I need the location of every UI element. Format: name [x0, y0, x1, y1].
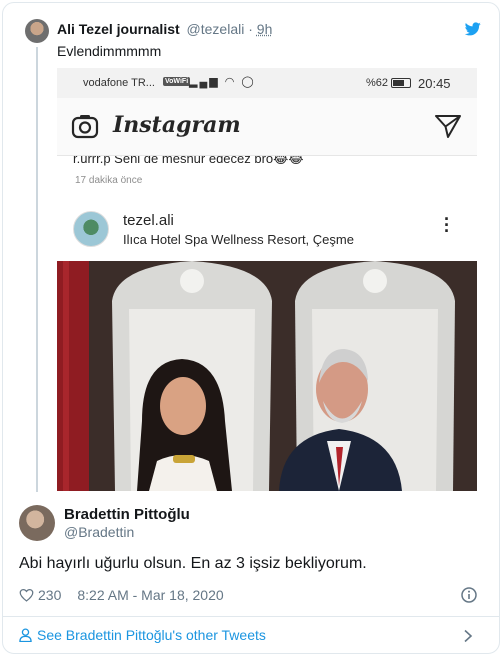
heart-icon[interactable]: [19, 588, 34, 602]
quoted-tweet-header: Ali Tezel journalist @tezelali · 9h: [57, 21, 272, 37]
cut-off-comment: r.urrr.p Seni de meshur edecez bro😂😂: [73, 156, 304, 166]
person-icon: [19, 628, 32, 642]
instagram-username: tezel.ali: [123, 212, 174, 229]
info-icon[interactable]: [461, 587, 477, 603]
quoted-tweet-time[interactable]: 9h: [257, 21, 273, 37]
instagram-top-bar: Instagram: [57, 98, 477, 156]
reply-author-handle[interactable]: @Bradettin: [64, 524, 134, 540]
footer-divider: [3, 616, 499, 617]
see-other-tweets-label: See Bradettin Pittoğlu's other Tweets: [37, 627, 266, 643]
header-separator: ·: [244, 21, 257, 37]
instagram-logo: Instagram: [113, 112, 241, 138]
reply-timestamp[interactable]: 8:22 AM - Mar 18, 2020: [77, 587, 223, 603]
direct-message-icon: [435, 115, 461, 138]
more-icon: · · ·: [444, 209, 450, 241]
quoted-author-handle[interactable]: @tezelali: [187, 21, 245, 37]
thread-line: [36, 47, 38, 492]
reply-tweet-text: Abi hayırlı uğurlu olsun. En az 3 işsiz …: [19, 555, 367, 572]
battery-icon: [391, 78, 411, 88]
quoted-tweet-text: Evlendimmmmm: [57, 43, 162, 59]
phone-status-bar: vodafone TR... VoWiFi ▂▄▆ ◠ ◯ %62 20:45: [57, 68, 477, 98]
quoted-author-name[interactable]: Ali Tezel journalist: [57, 21, 180, 37]
camera-icon: [71, 115, 99, 139]
signal-wifi-whatsapp-icons: ▂▄▆ ◠ ◯: [189, 76, 256, 88]
instagram-user-avatar: [73, 211, 109, 247]
chevron-right-icon[interactable]: [463, 629, 473, 643]
see-other-tweets-link[interactable]: See Bradettin Pittoğlu's other Tweets: [19, 627, 266, 643]
reply-author-avatar[interactable]: [19, 505, 55, 541]
battery-percent: %62: [366, 77, 389, 89]
comment-age: 17 dakika önce: [75, 175, 143, 186]
wifi-calling-badge: VoWiFi: [163, 77, 191, 86]
attached-screenshot[interactable]: vodafone TR... VoWiFi ▂▄▆ ◠ ◯ %62 20:45 …: [57, 68, 477, 491]
wedding-photo: [57, 261, 477, 491]
phone-clock: 20:45: [418, 76, 451, 91]
carrier-label: vodafone TR...: [83, 77, 155, 89]
reply-tweet-meta: 230 8:22 AM - Mar 18, 2020: [19, 587, 224, 603]
quoted-author-avatar[interactable]: [25, 19, 49, 43]
instagram-post-header: tezel.ali Ilıca Hotel Spa Wellness Resor…: [57, 198, 477, 261]
reply-author-name[interactable]: Bradettin Pittoğlu: [64, 506, 190, 523]
like-count[interactable]: 230: [38, 587, 61, 603]
instagram-location: Ilıca Hotel Spa Wellness Resort, Çeşme: [123, 232, 354, 247]
twitter-bird-icon[interactable]: [465, 22, 481, 36]
